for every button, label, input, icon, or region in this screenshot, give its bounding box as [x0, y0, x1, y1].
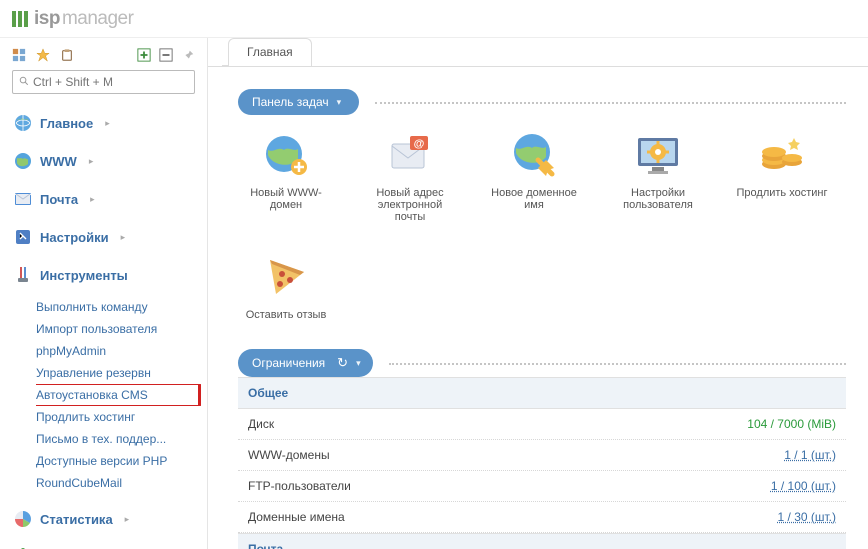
sub-import-user[interactable]: Импорт пользователя — [36, 318, 207, 340]
nav-main[interactable]: Главное ▸ — [0, 104, 207, 142]
domain-icon — [509, 129, 559, 179]
pin-icon[interactable] — [181, 48, 195, 62]
layout-icon[interactable] — [12, 48, 26, 62]
group-mail: Почта — [238, 533, 846, 549]
limits-header-button[interactable]: Ограничения ↻ ▾ — [238, 349, 373, 377]
globe-add-icon — [261, 129, 311, 179]
row-domain-names: Доменные имена 1 / 30 (шт.) — [238, 502, 846, 533]
row-www-domains: WWW-домены 1 / 1 (шт.) — [238, 440, 846, 471]
refresh-icon: ↻ — [337, 355, 348, 371]
wrench-icon — [14, 266, 32, 284]
limits-section: Ограничения ↻ ▾ Общее Диск 104 / 7000 (MiB)… — [238, 349, 846, 549]
pizza-icon — [261, 251, 311, 301]
cell-key: Диск — [248, 417, 274, 431]
search-input[interactable] — [33, 75, 188, 89]
sub-autoinstall-cms[interactable]: Автоустановка CMS — [36, 384, 207, 406]
task-tiles: Новый WWW-домен @ Новый адрес электронно… — [238, 129, 846, 321]
nav-stats[interactable]: Статистика ▸ — [0, 500, 207, 538]
tile-new-email[interactable]: @ Новый адрес электронной почты — [362, 129, 458, 223]
tasks-panel-button[interactable]: Панель задач ▾ — [238, 89, 359, 115]
tasks-panel-label: Панель задач — [252, 95, 329, 109]
nav-settings[interactable]: Настройки ▸ — [0, 218, 207, 256]
plus-icon[interactable] — [137, 48, 151, 62]
row-ftp: FTP-пользователи 1 / 100 (шт.) — [238, 471, 846, 502]
chevron-right-icon: ▸ — [89, 156, 94, 167]
nav-mail[interactable]: Почта ▸ — [0, 180, 207, 218]
tile-label: Продлить хостинг — [734, 187, 830, 199]
sub-extend-hosting[interactable]: Продлить хостинг — [36, 406, 207, 428]
nav-tools[interactable]: Инструменты — [0, 256, 207, 294]
chevron-right-icon: ▸ — [121, 232, 126, 243]
nav-www[interactable]: WWW ▸ — [0, 142, 207, 180]
tab-strip: Главная — [208, 38, 868, 66]
cell-val[interactable]: 104 / 7000 (MiB) — [747, 417, 836, 431]
email-icon: @ — [385, 129, 435, 179]
logo: ispmanager — [12, 8, 133, 30]
chevron-right-icon: ▸ — [90, 194, 95, 205]
cell-key: FTP-пользователи — [248, 479, 351, 493]
search-box[interactable] — [12, 70, 195, 94]
limits-header-label: Ограничения — [252, 356, 325, 370]
sub-roundcube[interactable]: RoundCubeMail — [36, 472, 207, 494]
cell-key: Доменные имена — [248, 510, 345, 524]
tile-new-www-domain[interactable]: Новый WWW-домен — [238, 129, 334, 223]
sub-backup[interactable]: Управление резервн — [36, 362, 207, 384]
logo-manager: manager — [62, 8, 134, 30]
cell-val[interactable]: 1 / 100 (шт.) — [771, 479, 836, 493]
tools-icon — [14, 228, 32, 246]
globe-icon — [14, 114, 32, 132]
chevron-down-icon: ▾ — [356, 358, 361, 369]
cell-key: WWW-домены — [248, 448, 330, 462]
nav-stats-label: Статистика — [40, 512, 113, 527]
nav-settings-label: Настройки — [40, 230, 109, 245]
nav-tools-sublist: Выполнить команду Импорт пользователя ph… — [0, 294, 207, 500]
main-area: Главная Панель задач ▾ Новый WWW-домен @ … — [208, 38, 868, 549]
chevron-down-icon: ▾ — [337, 97, 342, 108]
group-general: Общее — [238, 377, 846, 409]
sub-php-versions[interactable]: Доступные версии PHP — [36, 450, 207, 472]
app-header: ispmanager — [0, 0, 868, 38]
nav-tools-label: Инструменты — [40, 268, 128, 283]
tile-label: Настройки пользователя — [610, 187, 706, 211]
row-disk: Диск 104 / 7000 (MiB) — [238, 409, 846, 440]
tile-label: Оставить отзыв — [238, 309, 334, 321]
sub-support-letter[interactable]: Письмо в тех. поддер... — [36, 428, 207, 450]
sidebar: Главное ▸ WWW ▸ Почта ▸ Настройки ▸ Инструме… — [0, 38, 208, 549]
world-icon — [14, 152, 32, 170]
nav-www-label: WWW — [40, 154, 77, 169]
sub-phpmyadmin[interactable]: phpMyAdmin — [36, 340, 207, 362]
cell-val[interactable]: 1 / 30 (шт.) — [778, 510, 836, 524]
tile-extend-hosting[interactable]: Продлить хостинг — [734, 129, 830, 223]
star-icon[interactable] — [36, 48, 50, 62]
sidebar-toolbar — [0, 44, 207, 70]
tile-label: Новый WWW-домен — [238, 187, 334, 211]
tile-user-settings[interactable]: Настройки пользователя — [610, 129, 706, 223]
tasks-section-header: Панель задач ▾ — [238, 89, 846, 115]
logo-bars-icon — [12, 11, 28, 27]
nav-main-label: Главное — [40, 116, 93, 131]
monitor-settings-icon — [633, 129, 683, 179]
tile-label: Новый адрес электронной почты — [362, 187, 458, 223]
nav-mail-label: Почта — [40, 192, 78, 207]
coins-icon — [757, 129, 807, 179]
tile-new-domain[interactable]: Новое доменное имя — [486, 129, 582, 223]
nav-addons[interactable]: Доп. приложения▸ — [0, 538, 207, 549]
minus-icon[interactable] — [159, 48, 173, 62]
search-icon — [19, 75, 29, 89]
mail-icon — [14, 190, 32, 208]
chevron-right-icon: ▸ — [105, 118, 110, 129]
chart-icon — [14, 510, 32, 528]
chevron-right-icon: ▸ — [125, 514, 130, 525]
tab-home[interactable]: Главная — [228, 38, 312, 66]
logo-isp: isp — [34, 8, 60, 30]
sub-run-command[interactable]: Выполнить команду — [36, 296, 207, 318]
tile-feedback[interactable]: Оставить отзыв — [238, 251, 334, 321]
clipboard-icon[interactable] — [60, 48, 74, 62]
svg-text:@: @ — [414, 138, 425, 150]
tile-label: Новое доменное имя — [486, 187, 582, 211]
cell-val[interactable]: 1 / 1 (шт.) — [784, 448, 836, 462]
